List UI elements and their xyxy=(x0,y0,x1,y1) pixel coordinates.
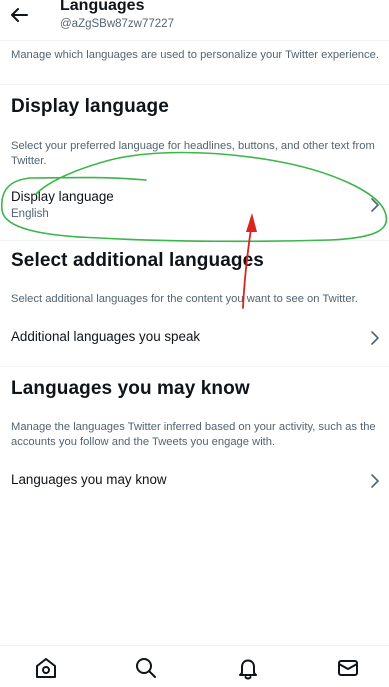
home-icon[interactable] xyxy=(34,656,58,680)
search-icon[interactable] xyxy=(134,656,158,680)
chevron-right-icon xyxy=(370,331,380,345)
notifications-icon[interactable] xyxy=(236,656,260,680)
display-language-description: Select your preferred language for headl… xyxy=(11,140,375,167)
may-know-heading: Languages you may know xyxy=(11,378,250,399)
display-language-heading: Display language xyxy=(11,96,169,117)
top-bar: Languages @aZgSBw87zw77227 xyxy=(0,0,389,41)
back-arrow-icon[interactable] xyxy=(8,4,30,26)
bottom-navigation xyxy=(0,645,389,687)
display-language-row-value: English xyxy=(11,208,49,220)
chevron-right-icon xyxy=(370,474,380,488)
display-language-row[interactable]: Display language English xyxy=(0,178,389,230)
divider xyxy=(0,84,389,85)
additional-languages-row[interactable]: Additional languages you speak xyxy=(0,318,389,358)
messages-icon[interactable] xyxy=(336,656,360,680)
divider xyxy=(0,240,389,241)
may-know-row-label: Languages you may know xyxy=(11,472,167,487)
additional-languages-description: Select additional languages for the cont… xyxy=(11,293,358,305)
divider xyxy=(0,366,389,367)
account-handle: @aZgSBw87zw77227 xyxy=(60,18,174,30)
display-language-row-label: Display language xyxy=(11,189,114,204)
may-know-row[interactable]: Languages you may know xyxy=(0,460,389,500)
page-title: Languages xyxy=(60,0,145,14)
additional-languages-heading: Select additional languages xyxy=(11,250,264,271)
may-know-description: Manage the languages Twitter inferred ba… xyxy=(11,421,376,448)
chevron-right-icon xyxy=(370,198,380,212)
intro-text: Manage which languages are used to perso… xyxy=(11,49,379,61)
additional-languages-row-label: Additional languages you speak xyxy=(11,329,201,344)
